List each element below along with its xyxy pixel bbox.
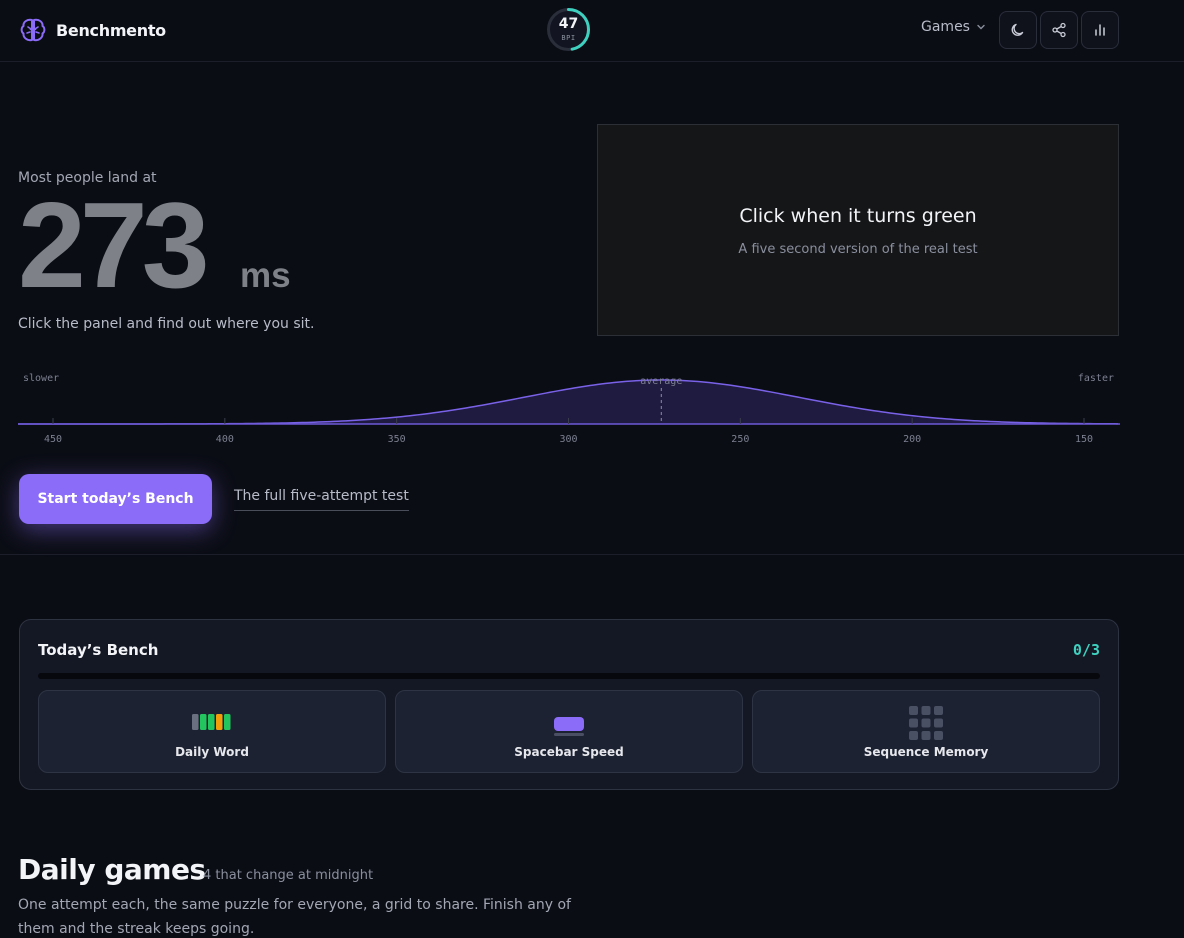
top-bar: Benchmento 47 BPI Games: [0, 0, 1184, 62]
brand-name: Benchmento: [56, 20, 166, 40]
full-test-link[interactable]: The full five-attempt test: [234, 488, 409, 511]
axis-tick-label: 250: [731, 434, 749, 445]
games-menu-button[interactable]: Games: [921, 19, 986, 35]
hero-subtitle: Click the panel and find out where you s…: [18, 316, 315, 332]
axis-tick-label: 350: [388, 434, 406, 445]
brain-logo-icon: [20, 18, 46, 42]
bpi-score-badge[interactable]: 47 BPI: [546, 7, 591, 52]
bpi-value: 47: [558, 16, 579, 32]
tile-label: Spacebar Speed: [514, 745, 624, 759]
panel-subtitle: A five second version of the real test: [738, 242, 978, 257]
moon-icon: [1011, 23, 1024, 36]
bench-progress-count: 0/3: [1072, 641, 1100, 659]
daily-games-description: One attempt each, the same puzzle for ev…: [18, 897, 571, 937]
theme-toggle-button[interactable]: [999, 11, 1037, 49]
bench-title: Today’s Bench: [38, 641, 159, 659]
average-reaction-unit: ms: [240, 256, 291, 295]
start-bench-button[interactable]: Start today’s Bench: [19, 474, 212, 524]
games-menu-label: Games: [921, 19, 970, 35]
axis-tick-label: 400: [216, 434, 234, 445]
share-icon: [1052, 22, 1066, 38]
chevron-down-icon: [977, 24, 985, 30]
section-divider: [0, 554, 1184, 555]
tile-label: Sequence Memory: [863, 745, 989, 759]
grid-icon: [909, 706, 943, 740]
daily-games-meta: 4 that change at midnight: [203, 868, 374, 883]
distribution-area: [18, 380, 1120, 424]
average-label: average: [640, 376, 682, 387]
todays-bench-card: Today’s Bench 0/3 Daily Word Spacebar Sp…: [19, 619, 1119, 790]
letter-tiles-icon: [192, 714, 231, 730]
axis-tick-label: 150: [1075, 434, 1093, 445]
panel-title: Click when it turns green: [739, 205, 977, 227]
average-reaction-value: 273: [18, 177, 210, 313]
reaction-test-panel[interactable]: Click when it turns green A five second …: [597, 124, 1119, 336]
share-button[interactable]: [1040, 11, 1078, 49]
spacebar-icon: [554, 717, 584, 736]
bench-tile-sequence-memory[interactable]: Sequence Memory: [752, 690, 1100, 773]
axis-tick-label: 450: [44, 434, 62, 445]
brand-home-link[interactable]: Benchmento: [18, 14, 166, 46]
faster-label: faster: [1078, 373, 1114, 384]
axis-tick-label: 200: [903, 434, 921, 445]
tile-label: Daily Word: [175, 745, 249, 759]
reaction-distribution-curve: slower average faster 450 400 350 300 250 200…: [18, 373, 1120, 445]
axis-tick-label: 300: [559, 434, 577, 445]
daily-games-heading: Daily games: [18, 853, 206, 886]
bar-chart-icon: [1095, 24, 1105, 36]
bpi-label: BPI: [561, 34, 576, 42]
bench-tile-spacebar-speed[interactable]: Spacebar Speed: [395, 690, 743, 773]
bench-progress-bar: [38, 673, 1100, 679]
stats-button[interactable]: [1081, 11, 1119, 49]
slower-label: slower: [23, 373, 59, 384]
bench-tile-daily-word[interactable]: Daily Word: [38, 690, 386, 773]
